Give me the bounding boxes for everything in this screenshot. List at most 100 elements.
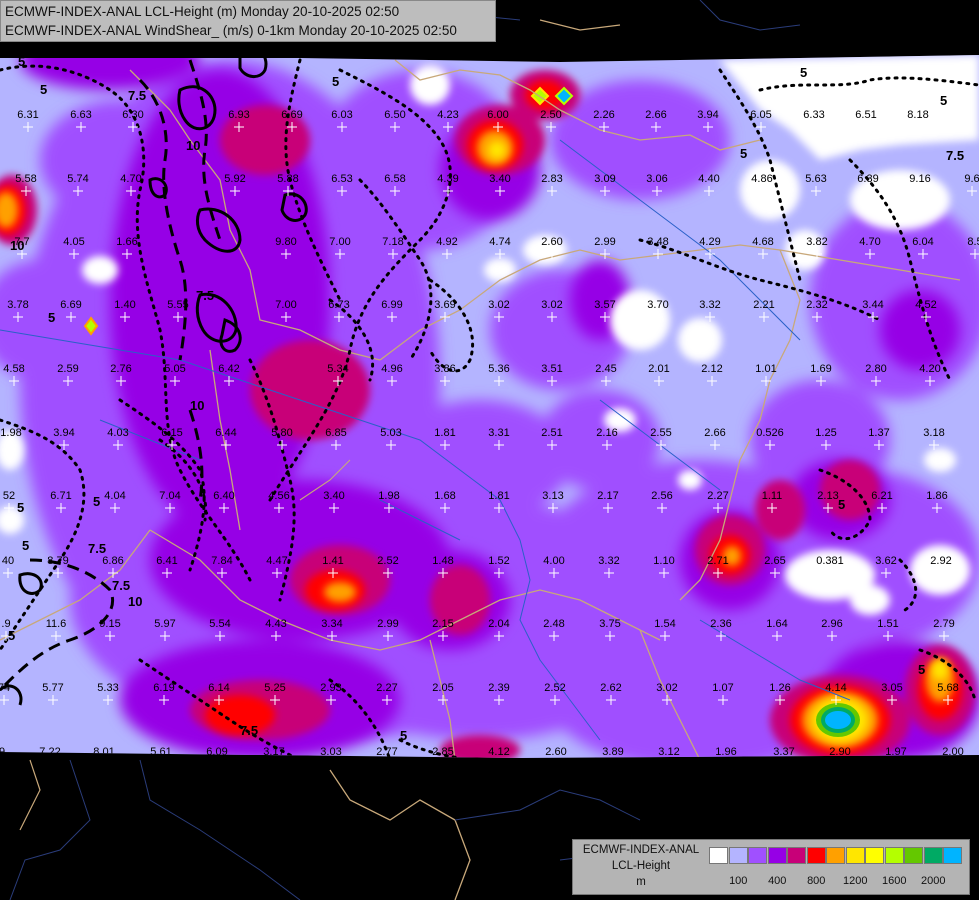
station-value: 1.81: [488, 490, 509, 502]
station-value: 2.21: [753, 299, 774, 311]
station-value: 5.54: [209, 618, 230, 630]
station-value: 52: [3, 490, 15, 502]
station-value: 4.23: [437, 109, 458, 121]
legend-title-model: ECMWF-INDEX-ANAL: [582, 844, 700, 856]
station-value: 5.55: [167, 299, 188, 311]
station-value: 3.02: [656, 682, 677, 694]
station-value: 5.80: [271, 427, 292, 439]
station-value: 2.27: [707, 490, 728, 502]
station-value: 5.92: [224, 173, 245, 185]
contour-label: 7.5: [128, 88, 146, 103]
station-value: 3.32: [699, 299, 720, 311]
station-value: 9.6: [964, 173, 979, 185]
contour-label: 7.5: [196, 288, 214, 303]
station-value: 2.52: [377, 555, 398, 567]
station-value: 3.70: [647, 299, 668, 311]
station-value: 3.09: [594, 173, 615, 185]
station-value: 5.33: [97, 682, 118, 694]
station-value: 2.16: [596, 427, 617, 439]
station-value: 5.68: [937, 682, 958, 694]
station-value: 1.48: [432, 555, 453, 567]
station-value: 0.526: [756, 427, 784, 439]
contour-label: 5: [940, 93, 947, 108]
station-value: 1.52: [488, 555, 509, 567]
legend-swatch: [806, 847, 826, 864]
title-windshear: ECMWF-INDEX-ANAL WindShear_ (m/s) 0-1km …: [5, 23, 457, 38]
station-value: 6.69: [60, 299, 81, 311]
station-value: 6.63: [70, 109, 91, 121]
chart-title-box: ECMWF-INDEX-ANAL LCL-Height (m) Monday 2…: [0, 0, 496, 42]
station-value: 1.69: [810, 363, 831, 375]
station-value: 6.51: [855, 109, 876, 121]
station-value: 2.92: [930, 555, 951, 567]
colorbar-legend: ECMWF-INDEX-ANAL LCL-Height m 100 400 800 1…: [572, 839, 970, 895]
station-value: 5.74: [67, 173, 88, 185]
station-value: 6.73: [328, 299, 349, 311]
station-value: 40: [2, 555, 14, 567]
station-value: 9.80: [275, 236, 296, 248]
contour-label: 10: [186, 138, 200, 153]
station-value: 1.25: [815, 427, 836, 439]
contour-label: 5: [800, 65, 807, 80]
contour-label: 5: [93, 494, 100, 509]
station-value: 1.81: [434, 427, 455, 439]
station-value: 1.37: [868, 427, 889, 439]
legend-tick-label: 1600: [882, 875, 907, 887]
station-value: 4.03: [107, 427, 128, 439]
contour-label: 10: [190, 398, 204, 413]
legend-swatch: [884, 847, 904, 864]
contour-label: 5: [8, 628, 15, 643]
station-value: 74: [0, 682, 10, 694]
station-value: 2.56: [651, 490, 672, 502]
station-value: 7.04: [159, 490, 180, 502]
station-value: 1.41: [322, 555, 343, 567]
station-value: 2.65: [764, 555, 785, 567]
station-value: 3.12: [658, 746, 679, 758]
station-value: 6.05: [750, 109, 771, 121]
legend-swatch: [826, 847, 845, 864]
station-value: 2.36: [710, 618, 731, 630]
station-value: 1.66: [116, 236, 137, 248]
station-value: 5.88: [277, 173, 298, 185]
station-value: 1.10: [653, 555, 674, 567]
station-value: 6.33: [803, 109, 824, 121]
station-value: 2.39: [488, 682, 509, 694]
station-value: 2.79: [933, 618, 954, 630]
station-value: 1.98: [0, 427, 21, 439]
station-value: 3.82: [806, 236, 827, 248]
contour-label: 7.5: [112, 578, 130, 593]
legend-title-param: LCL-Height: [611, 860, 671, 872]
station-value: 4.47: [266, 555, 287, 567]
station-value: 4.00: [543, 555, 564, 567]
station-value: 4.70: [120, 173, 141, 185]
station-value: 7.84: [211, 555, 232, 567]
station-value: 0.381: [816, 555, 844, 567]
station-value: 6.03: [331, 109, 352, 121]
station-value: 2.66: [645, 109, 666, 121]
station-value: 2.50: [540, 109, 561, 121]
station-value: 3.94: [53, 427, 74, 439]
station-value: 3.89: [602, 746, 623, 758]
contour-label: 7.5: [946, 148, 964, 163]
station-value: 3.69: [434, 299, 455, 311]
station-value: 3.02: [488, 299, 509, 311]
legend-swatch: [845, 847, 865, 864]
station-value: 6.04: [912, 236, 933, 248]
station-value: 2.83: [541, 173, 562, 185]
station-value: 2.55: [650, 427, 671, 439]
station-value: 1.86: [926, 490, 947, 502]
station-value: 7.18: [382, 236, 403, 248]
contour-label: 5: [22, 538, 29, 553]
station-value: 3.48: [647, 236, 668, 248]
lcl-height-field: 6.31 6.63 6.30 6.93 6.69 6.03 6.50 4.23 6.00 2.50…: [0, 55, 979, 758]
station-value: 6.99: [381, 299, 402, 311]
station-value: 4.58: [3, 363, 24, 375]
station-value: 6.58: [384, 173, 405, 185]
station-value: 4.68: [752, 236, 773, 248]
station-value: 3.37: [773, 746, 794, 758]
station-value: 4.20: [919, 363, 940, 375]
station-value: 6.21: [871, 490, 892, 502]
station-value: 6.71: [50, 490, 71, 502]
station-value: 2.17: [597, 490, 618, 502]
contour-label: 10: [10, 238, 24, 253]
